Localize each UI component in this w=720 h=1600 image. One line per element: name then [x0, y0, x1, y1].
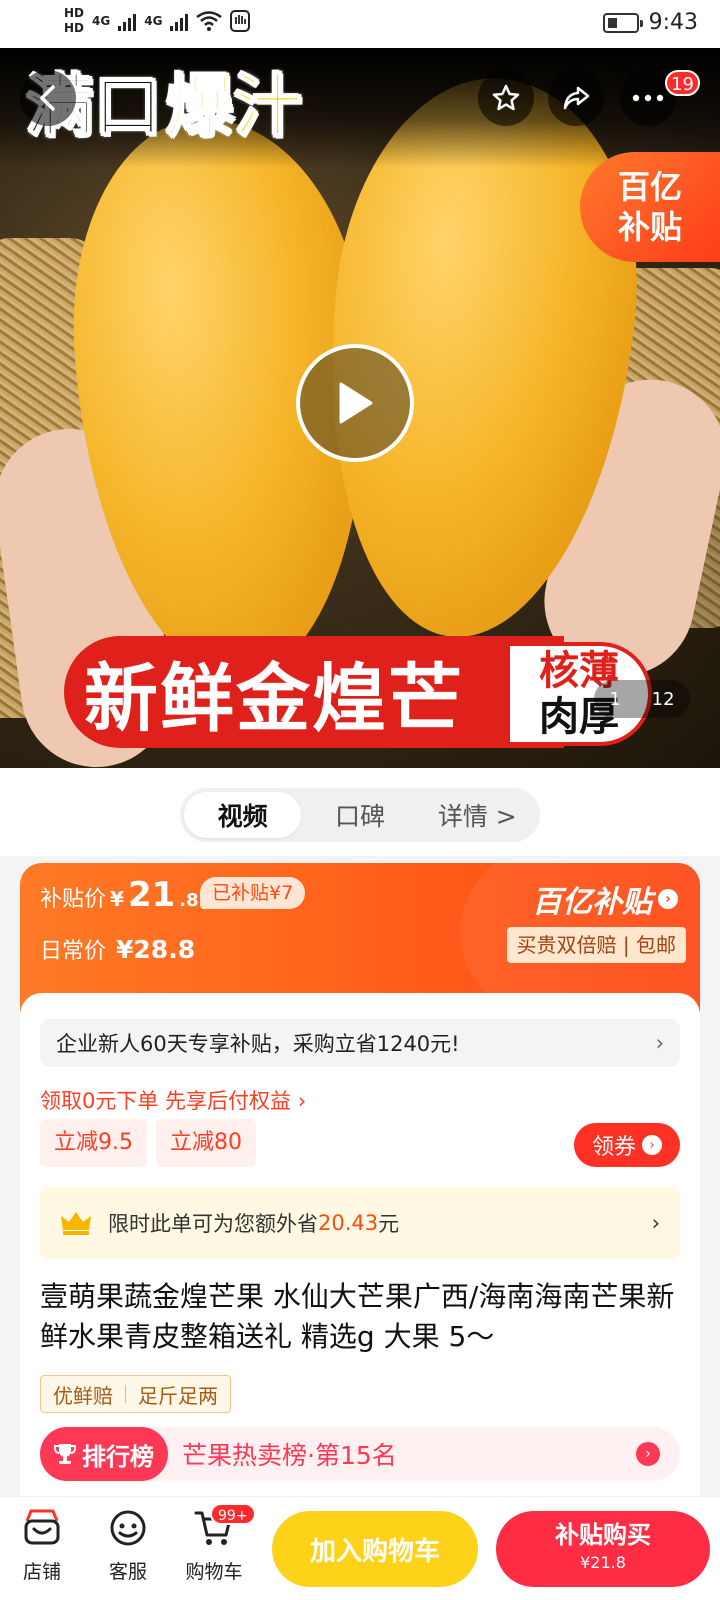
- product-info-card: 企业新人60天专享补贴，采购立省1240元! › 领取0元下单 先享后付权益 ›…: [20, 993, 700, 1503]
- enterprise-subsidy-bar[interactable]: 企业新人60天专享补贴，采购立省1240元! ›: [40, 1019, 680, 1067]
- store-button[interactable]: 店铺: [2, 1507, 82, 1584]
- tab-video[interactable]: 视频: [184, 792, 302, 838]
- currency-symbol: ¥: [110, 887, 124, 911]
- extra-savings-bar[interactable]: 限时此单可为您额外省 20.43 元 ›: [40, 1187, 680, 1259]
- net-label-1: 4G: [92, 14, 111, 28]
- back-button[interactable]: [20, 70, 76, 126]
- service-button[interactable]: 客服: [88, 1507, 168, 1584]
- buy-button-price: ¥21.8: [580, 1553, 626, 1572]
- battery-icon: [602, 12, 643, 33]
- ranking-badge-label: 排行榜: [82, 1442, 154, 1471]
- hd-label-2: HD: [64, 21, 85, 35]
- bottom-action-bar: 店铺 客服 购物车 99+ 加入购物车 补贴购买 ¥21.8: [0, 1496, 720, 1600]
- price-card[interactable]: 补贴价 ¥ 21 .8 已补贴¥7 日常价 ¥28.8 百亿补贴 › 买贵双倍赔…: [20, 863, 700, 1013]
- play-video-button[interactable]: [296, 344, 414, 462]
- pay-later-link[interactable]: 领取0元下单 先享后付权益 ›: [40, 1085, 306, 1115]
- hero-banner-main: 新鲜金煌芒: [64, 636, 564, 748]
- service-label: 客服: [108, 1561, 147, 1583]
- store-label: 店铺: [22, 1561, 61, 1583]
- subsidy-brand-text: 百亿补贴: [532, 885, 652, 920]
- subsidy-brand[interactable]: 百亿补贴 ›: [532, 877, 678, 921]
- star-icon: [492, 84, 520, 111]
- subsidy-badge-line-1: 百亿: [617, 168, 682, 206]
- tab-details[interactable]: 详情 >: [419, 792, 536, 838]
- more-icon: [632, 94, 664, 102]
- enterprise-subsidy-text: 企业新人60天专享补贴，采购立省1240元!: [56, 1032, 460, 1056]
- signal-icon: [118, 11, 137, 31]
- media-tabs: 视频 口碑 详情 >: [180, 788, 540, 842]
- service-tags[interactable]: 优鲜赔 足斤足两: [40, 1375, 231, 1413]
- chevron-right-icon: ›: [636, 1442, 660, 1466]
- hand-icon: [230, 10, 251, 32]
- play-icon: [339, 382, 373, 424]
- tab-reviews[interactable]: 口碑: [301, 792, 418, 838]
- price-guarantee: 买贵双倍赔 | 包邮: [506, 927, 686, 963]
- coupon-tag-2[interactable]: 立减80: [156, 1119, 256, 1167]
- customer-service-icon: [110, 1510, 146, 1546]
- ranking-bar[interactable]: 排行榜 芒果热卖榜·第15名 ›: [40, 1427, 680, 1481]
- daily-price-label: 日常价: [40, 939, 107, 964]
- cart-count-badge: 99+: [210, 1503, 256, 1525]
- chevron-right-icon: ›: [642, 1135, 662, 1155]
- daily-price: ¥28.8: [116, 935, 196, 964]
- status-bar: HD HD 4G 4G 9:43: [0, 0, 720, 48]
- subsidy-badge: 百亿 补贴: [580, 152, 720, 262]
- favorite-button[interactable]: [478, 70, 534, 126]
- chevron-left-icon: [40, 85, 55, 111]
- store-icon: [24, 1509, 60, 1545]
- coupon-tag-1[interactable]: 立减9.5: [40, 1119, 147, 1167]
- clock: 9:43: [648, 10, 698, 35]
- ranking-badge: 排行榜: [40, 1427, 168, 1481]
- banner-main-text: 新鲜金煌芒: [84, 655, 464, 742]
- savings-amount: 20.43: [318, 1211, 379, 1235]
- signal-icon-2: [170, 11, 189, 31]
- add-to-cart-button[interactable]: 加入购物车: [272, 1511, 478, 1587]
- product-hero-image[interactable]: 满口 爆汁 19 百亿 补贴 新鲜金煌芒 核薄 肉厚 1 12: [0, 48, 720, 768]
- chevron-right-icon: ›: [658, 889, 678, 909]
- product-title: 壹萌果蔬金煌芒果 水仙大芒果广西/海南海南芒果新鲜水果青皮整箱送礼 精选g 大果…: [40, 1280, 675, 1353]
- service-tag-2: 足斤足两: [138, 1383, 218, 1408]
- subsidized-tag: 已补贴¥7: [200, 877, 306, 909]
- service-tag-1: 优鲜赔: [53, 1383, 113, 1408]
- pager-current: 1: [609, 688, 621, 710]
- subsidy-price-int: 21: [127, 875, 176, 915]
- get-coupon-label: 领券: [591, 1135, 636, 1160]
- subsidy-price-row: 补贴价 ¥ 21 .8: [40, 875, 199, 915]
- slogan-part-2: 爆汁: [165, 67, 303, 148]
- share-icon: [563, 86, 590, 110]
- wifi-icon: [196, 11, 223, 31]
- status-right: 9:43: [602, 10, 698, 35]
- subsidy-price-dec: .8: [179, 890, 199, 911]
- chevron-right-icon: ›: [655, 1031, 664, 1055]
- message-count-badge: 19: [665, 70, 700, 96]
- get-coupon-button[interactable]: 领券 ›: [574, 1123, 680, 1167]
- subsidy-badge-line-2: 补贴: [617, 208, 682, 246]
- subsidy-price-label: 补贴价: [40, 887, 107, 912]
- daily-price-row: 日常价 ¥28.8: [40, 933, 195, 965]
- ranking-text: 芒果热卖榜·第15名: [182, 1441, 397, 1470]
- share-button[interactable]: [548, 70, 604, 126]
- subsidy-buy-button[interactable]: 补贴购买 ¥21.8: [496, 1511, 710, 1587]
- hd-indicator: HD HD: [64, 6, 84, 36]
- trophy-icon: [54, 1444, 76, 1464]
- crown-icon: [61, 1212, 91, 1235]
- image-pager: 1 12: [594, 680, 690, 718]
- cart-label: 购物车: [185, 1561, 243, 1583]
- savings-prefix: 限时此单可为您额外省: [108, 1212, 318, 1236]
- savings-suffix: 元: [378, 1212, 400, 1236]
- buy-button-label: 补贴购买: [555, 1521, 651, 1549]
- chevron-right-icon: ›: [651, 1211, 660, 1235]
- hd-label-1: HD: [64, 6, 85, 20]
- network-indicators: HD HD 4G 4G: [64, 6, 251, 36]
- net-label-2: 4G: [144, 14, 163, 28]
- pager-total: 12: [651, 688, 675, 710]
